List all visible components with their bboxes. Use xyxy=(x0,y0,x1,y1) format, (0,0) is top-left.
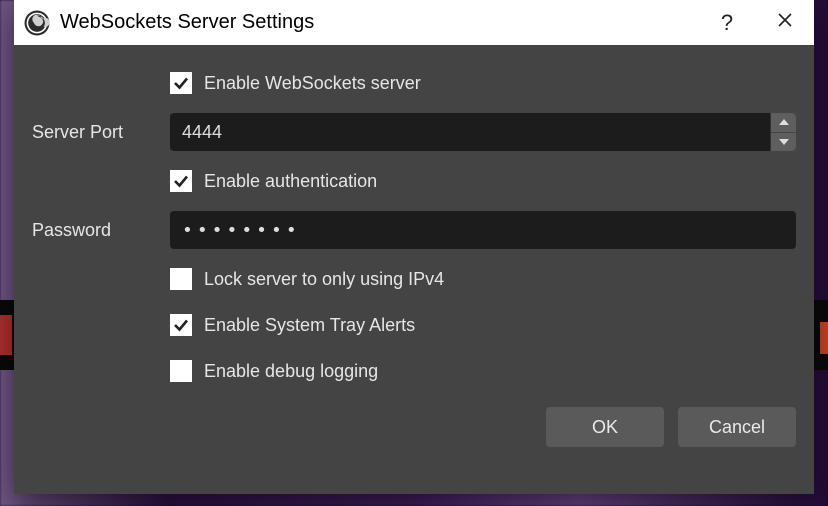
backdrop-accent-right xyxy=(820,322,828,354)
ok-button-label: OK xyxy=(592,417,618,438)
tray-alerts-label: Enable System Tray Alerts xyxy=(204,315,415,336)
close-button[interactable] xyxy=(756,0,814,45)
cancel-button[interactable]: Cancel xyxy=(678,407,796,447)
server-port-label: Server Port xyxy=(32,122,170,143)
obs-icon xyxy=(24,10,50,36)
server-port-step-up[interactable] xyxy=(771,113,796,133)
dialog-window: WebSockets Server Settings ? Enable WebS… xyxy=(14,0,814,494)
help-button[interactable]: ? xyxy=(698,0,756,45)
backdrop-accent-left xyxy=(0,315,12,355)
dialog-content: Enable WebSockets server Server Port xyxy=(14,45,814,494)
enable-auth-checkbox[interactable] xyxy=(170,170,192,192)
server-port-input[interactable] xyxy=(170,113,770,151)
server-port-field[interactable] xyxy=(170,113,796,151)
password-label: Password xyxy=(32,220,170,241)
titlebar: WebSockets Server Settings ? xyxy=(14,0,814,45)
enable-websockets-checkbox[interactable] xyxy=(170,72,192,94)
debug-log-checkbox[interactable] xyxy=(170,360,192,382)
enable-auth-label: Enable authentication xyxy=(204,171,377,192)
tray-alerts-checkbox[interactable] xyxy=(170,314,192,336)
dialog-button-row: OK Cancel xyxy=(32,407,796,447)
password-field[interactable]: •••••••• xyxy=(170,211,796,249)
help-icon: ? xyxy=(721,10,733,36)
debug-log-label: Enable debug logging xyxy=(204,361,378,382)
cancel-button-label: Cancel xyxy=(709,417,765,438)
server-port-step-down[interactable] xyxy=(771,133,796,152)
ok-button[interactable]: OK xyxy=(546,407,664,447)
lock-ipv4-checkbox[interactable] xyxy=(170,268,192,290)
server-port-stepper xyxy=(770,113,796,151)
enable-websockets-label: Enable WebSockets server xyxy=(204,73,421,94)
dialog-title: WebSockets Server Settings xyxy=(60,11,698,34)
password-value: •••••••• xyxy=(182,220,301,241)
close-icon xyxy=(777,11,793,34)
lock-ipv4-label: Lock server to only using IPv4 xyxy=(204,269,444,290)
